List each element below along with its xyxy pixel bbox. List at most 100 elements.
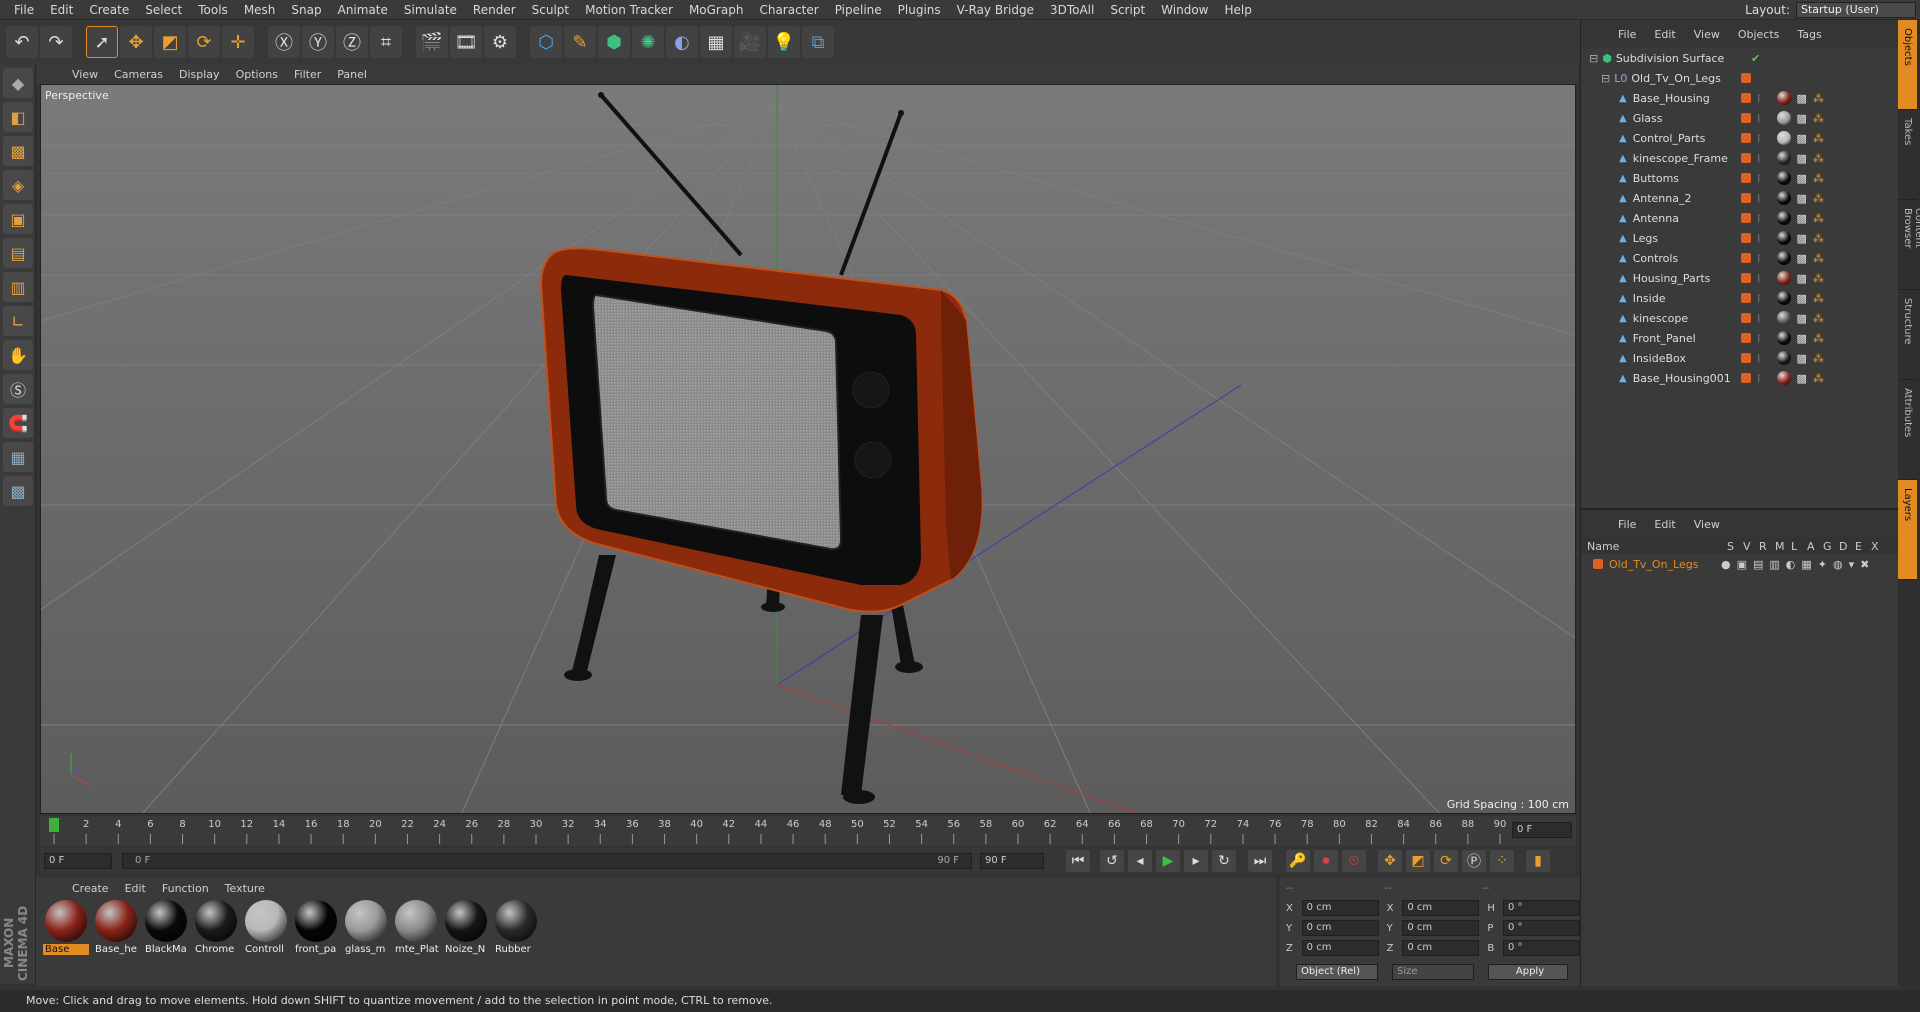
visibility-dots-icon[interactable]: ⁞ [1757, 92, 1761, 105]
phong-tag-icon[interactable]: ⁂ [1813, 372, 1824, 385]
render-view-icon[interactable]: 🎬 [416, 26, 448, 58]
polygons-mode-icon[interactable]: ▥ [3, 272, 33, 302]
visibility-dots-icon[interactable]: ⁞ [1757, 172, 1761, 185]
visibility-dots-icon[interactable]: ⁞ [1757, 152, 1761, 165]
apply-button[interactable]: Apply [1488, 964, 1568, 980]
viewport-menu-panel[interactable]: Panel [329, 68, 375, 81]
menu-item-create[interactable]: Create [81, 0, 137, 20]
visibility-dots-icon[interactable]: ⁞ [1757, 332, 1761, 345]
step-back-icon[interactable]: ◂ [1128, 850, 1152, 872]
object-row[interactable]: ▲ Antenna ⁞ ▩ ⁂ [1581, 208, 1900, 228]
layer-column-x[interactable]: X [1871, 540, 1887, 553]
coord-size-dropdown[interactable]: Size [1392, 964, 1474, 980]
material-tag-icon[interactable] [1776, 151, 1791, 165]
visibility-dots-icon[interactable]: ⁞ [1757, 112, 1761, 125]
axis-mode-icon[interactable]: ∟ [3, 306, 33, 336]
phong-tag-icon[interactable]: ⁂ [1813, 252, 1824, 265]
material-menu-edit[interactable]: Edit [117, 882, 154, 895]
layer-column-a[interactable]: A [1807, 540, 1823, 553]
deformer-icon[interactable]: ◐ [666, 26, 698, 58]
layer-color-icon[interactable] [1741, 153, 1751, 163]
go-to-start-icon[interactable]: ⏮ [1066, 850, 1090, 872]
texture-tag-icon[interactable]: ▩ [1797, 172, 1807, 185]
move-tool-icon[interactable]: ✥ [120, 26, 152, 58]
frame-range-slider[interactable]: 0 F 90 F [122, 853, 972, 869]
go-to-end-icon[interactable]: ⏭ [1248, 850, 1272, 872]
layer-column-e[interactable]: E [1855, 540, 1871, 553]
key-parameter-icon[interactable]: Ⓟ [1462, 850, 1486, 872]
material-item[interactable]: front_pa [292, 900, 340, 958]
play-icon[interactable]: ▶ [1156, 850, 1180, 872]
loop-icon[interactable]: ↺ [1100, 850, 1124, 872]
texture-tag-icon[interactable]: ▩ [1797, 312, 1807, 325]
menu-item-character[interactable]: Character [751, 0, 826, 20]
texture-tag-icon[interactable]: ▩ [1797, 192, 1807, 205]
material-item[interactable]: Controll [242, 900, 290, 958]
visibility-dots-icon[interactable]: ⁞ [1757, 212, 1761, 225]
texture-tag-icon[interactable]: ▩ [1797, 152, 1807, 165]
menu-item-simulate[interactable]: Simulate [396, 0, 465, 20]
material-tag-icon[interactable] [1776, 351, 1791, 365]
material-item[interactable]: Rubber [492, 900, 540, 958]
layer-menu-view[interactable]: View [1685, 518, 1729, 531]
layer-color-icon[interactable] [1741, 133, 1751, 143]
material-item[interactable]: glass_m [342, 900, 390, 958]
layer-color-icon[interactable] [1741, 93, 1751, 103]
visibility-dots-icon[interactable]: ⁞ [1757, 372, 1761, 385]
material-tag-icon[interactable] [1776, 271, 1791, 285]
object-menu-view[interactable]: View [1685, 28, 1729, 41]
cloner-icon[interactable]: ✺ [632, 26, 664, 58]
phong-tag-icon[interactable]: ⁂ [1813, 272, 1824, 285]
visibility-dots-icon[interactable]: ⁞ [1757, 132, 1761, 145]
coord-value-field[interactable]: 0 cm [1402, 940, 1480, 956]
collapse-icon[interactable]: ⊟ [1589, 52, 1598, 65]
texture-tag-icon[interactable]: ▩ [1797, 252, 1807, 265]
camera-icon[interactable]: 🎥 [734, 26, 766, 58]
coord-value-field[interactable]: 0 cm [1301, 900, 1379, 916]
visibility-dots-icon[interactable]: ⁞ [1757, 252, 1761, 265]
workplane-icon[interactable]: ◈ [3, 170, 33, 200]
snap-icon[interactable]: Ⓢ [3, 374, 33, 404]
object-row[interactable]: ▲ Base_Housing ⁞ ▩ ⁂ [1581, 88, 1900, 108]
menu-item-tools[interactable]: Tools [190, 0, 236, 20]
material-tag-icon[interactable] [1776, 291, 1791, 305]
layer-color-icon[interactable] [1741, 333, 1751, 343]
render-settings-icon[interactable]: ⚙ [484, 26, 516, 58]
layer-menu-edit[interactable]: Edit [1645, 518, 1684, 531]
loop-forward-icon[interactable]: ↻ [1212, 850, 1236, 872]
menu-item-v-ray-bridge[interactable]: V-Ray Bridge [949, 0, 1042, 20]
menu-item-render[interactable]: Render [465, 0, 524, 20]
phong-tag-icon[interactable]: ⁂ [1813, 312, 1824, 325]
viewport-menu-display[interactable]: Display [171, 68, 228, 81]
timeline-window-icon[interactable]: ▮ [1526, 850, 1550, 872]
texture-mode-icon[interactable]: ▩ [3, 136, 33, 166]
menu-item-mograph[interactable]: MoGraph [681, 0, 752, 20]
material-menu-create[interactable]: Create [64, 882, 117, 895]
subdivision-icon[interactable]: ⬢ [598, 26, 630, 58]
layer-color-icon[interactable] [1741, 273, 1751, 283]
record-icon[interactable]: ⏺ [1314, 850, 1338, 872]
material-item[interactable]: Base [42, 900, 90, 958]
object-row[interactable]: ▲ Housing_Parts ⁞ ▩ ⁂ [1581, 268, 1900, 288]
coord-value-field[interactable]: 0 ° [1502, 920, 1580, 936]
layer-color-icon[interactable] [1741, 373, 1751, 383]
coord-value-field[interactable]: 0 cm [1301, 940, 1379, 956]
menu-item-help[interactable]: Help [1216, 0, 1259, 20]
material-tag-icon[interactable] [1776, 331, 1791, 345]
autokey-icon[interactable]: ⏲ [1342, 850, 1366, 872]
rotate-tool-icon[interactable]: ⟳ [188, 26, 220, 58]
pen-icon[interactable]: ✎ [564, 26, 596, 58]
object-row[interactable]: ▲ Antenna_2 ⁞ ▩ ⁂ [1581, 188, 1900, 208]
object-row[interactable]: ▲ Legs ⁞ ▩ ⁂ [1581, 228, 1900, 248]
coordinate-system-icon[interactable]: ⌗ [370, 26, 402, 58]
layout-dropdown[interactable]: Startup (User) [1796, 2, 1916, 18]
layer-column-v[interactable]: V [1743, 540, 1759, 553]
object-row[interactable]: ▲ Buttoms ⁞ ▩ ⁂ [1581, 168, 1900, 188]
make-editable-icon[interactable]: ◆ [3, 68, 33, 98]
layer-color-icon[interactable] [1741, 113, 1751, 123]
visibility-dots-icon[interactable]: ⁞ [1757, 192, 1761, 205]
material-item[interactable]: Base_he [92, 900, 140, 958]
layer-color-icon[interactable] [1741, 173, 1751, 183]
redo-icon[interactable]: ↷ [40, 26, 72, 58]
coord-value-field[interactable]: 0 ° [1502, 940, 1580, 956]
